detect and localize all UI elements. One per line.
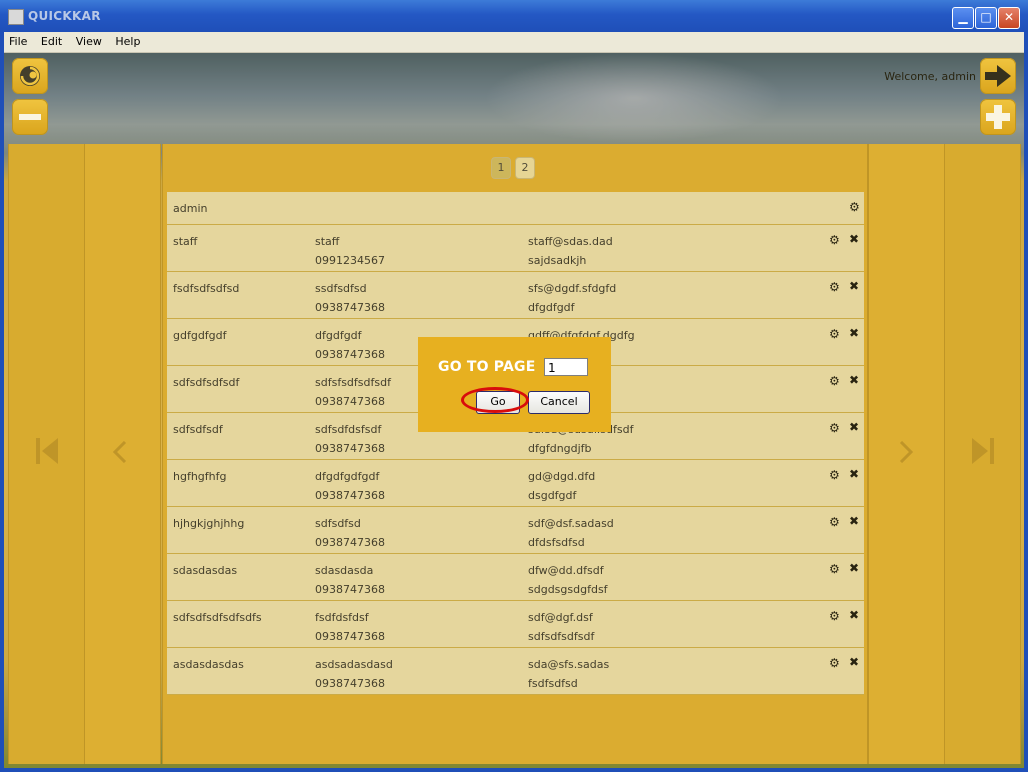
window-title: QUICKKAR: [28, 9, 101, 23]
menu-bar: File Edit View Help: [4, 32, 1024, 53]
menu-help[interactable]: Help: [110, 32, 145, 48]
maximize-button[interactable]: □: [975, 7, 997, 29]
menu-view[interactable]: View: [71, 32, 107, 48]
cancel-button[interactable]: Cancel: [528, 391, 590, 414]
window-border-right: [1024, 32, 1028, 772]
go-button-highlight: [461, 387, 529, 413]
dialog-title: GO TO PAGE: [438, 359, 536, 375]
minimize-button[interactable]: ▁: [952, 7, 974, 29]
menu-edit[interactable]: Edit: [36, 32, 67, 48]
go-to-page-dialog: GO TO PAGE 1 Go Cancel: [418, 337, 611, 432]
java-app-icon: [8, 9, 24, 25]
menu-file[interactable]: File: [4, 32, 32, 48]
main-content: Welcome, admin 12 admin ⚙ staff staff 09…: [4, 53, 1024, 768]
page-number-input[interactable]: 1: [544, 358, 588, 376]
window-border-bottom: [0, 768, 1028, 772]
title-bar: QUICKKAR ▁ □ ✕: [0, 0, 1028, 32]
maximize-icon: □: [980, 10, 992, 24]
minimize-icon: ▁: [958, 10, 968, 24]
close-button[interactable]: ✕: [998, 7, 1020, 29]
close-icon: ✕: [1003, 10, 1015, 24]
